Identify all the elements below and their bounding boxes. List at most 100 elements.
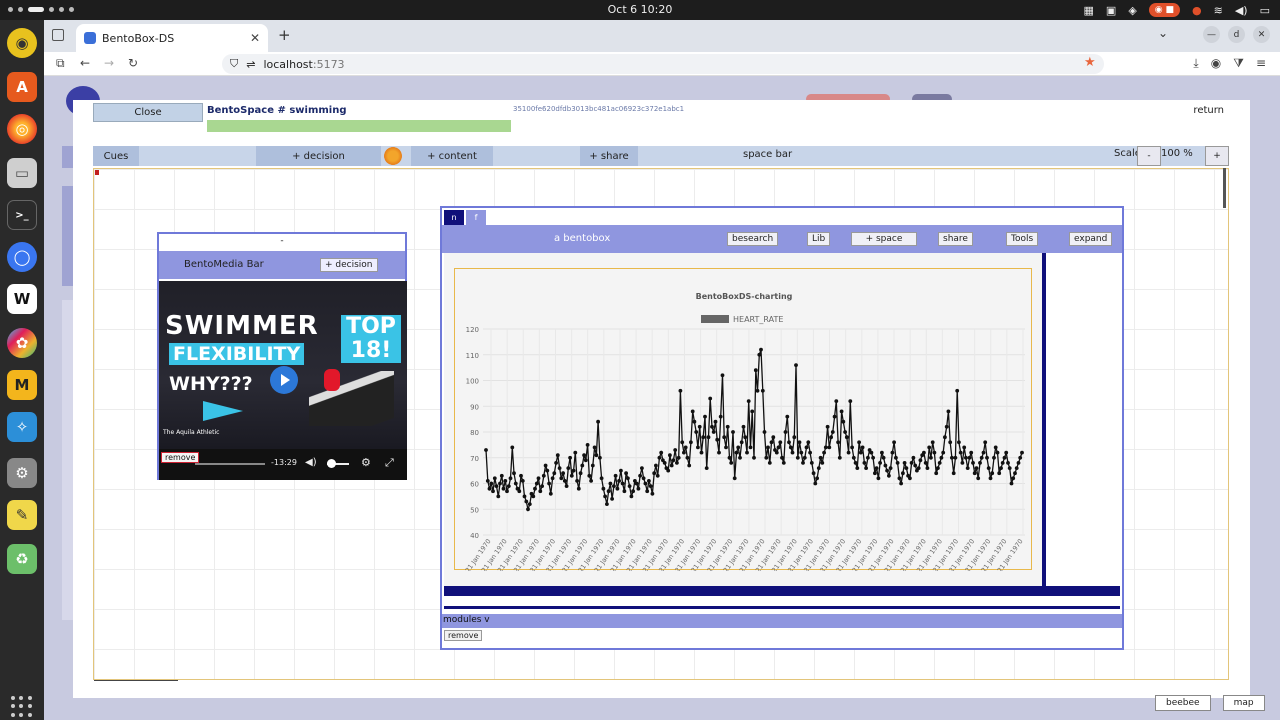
heart-rate-point — [908, 476, 912, 481]
slack-app-icon[interactable]: ✿ — [7, 328, 37, 358]
heart-rate-point — [979, 455, 984, 460]
system-tray[interactable]: ▦ ▣ ◈ ◉ ■ ● ≋ ◀) ▭ — [1084, 3, 1270, 17]
tools-button[interactable]: Tools — [1006, 232, 1039, 246]
heart-rate-point — [837, 455, 842, 460]
space-canvas[interactable]: - BentoMedia Bar + decision SWIMMER FLEX… — [93, 168, 1229, 681]
wifi-icon[interactable]: ≋ — [1214, 4, 1223, 17]
heart-rate-point — [704, 466, 709, 470]
lib-button[interactable]: Lib — [807, 232, 831, 246]
permissions-icon[interactable]: ⇌ — [246, 58, 255, 71]
heart-rate-point — [485, 479, 490, 483]
tab-overview-icon[interactable] — [52, 29, 64, 41]
heart-rate-point — [652, 471, 657, 476]
trash-app-icon[interactable]: ♻ — [7, 544, 37, 574]
heart-rate-point — [862, 461, 867, 465]
heart-rate-point — [526, 507, 530, 512]
scale-minus-button[interactable]: - — [1137, 146, 1161, 166]
modules-label[interactable]: modules v — [443, 615, 490, 625]
battery-icon[interactable]: ▭ — [1260, 4, 1270, 17]
close-window-icon[interactable]: ✕ — [1253, 26, 1270, 43]
heart-rate-point — [499, 473, 504, 478]
swimmer-figure — [309, 371, 394, 426]
add-space-button[interactable]: + space — [851, 232, 917, 246]
sidebar-icon[interactable]: ⧉ — [56, 56, 65, 71]
address-bar[interactable]: ⛉ ⇌ localhost:5173 — [222, 54, 1104, 74]
site-info-icon[interactable]: ⛉ — [230, 57, 238, 71]
bookmark-star-icon[interactable]: ★ — [1084, 55, 1096, 70]
heart-rate-point — [951, 471, 956, 476]
settings-app-icon[interactable]: ⚙ — [7, 458, 37, 488]
play-icon[interactable] — [270, 366, 298, 394]
beebee-button[interactable]: beebee — [1155, 695, 1211, 711]
indicator-icon[interactable]: ▣ — [1106, 4, 1116, 17]
vscodium-app-icon[interactable]: ✧ — [7, 412, 37, 442]
media-add-decision-button[interactable]: + decision — [320, 258, 378, 272]
show-apps-icon[interactable] — [11, 696, 33, 718]
forward-icon[interactable]: → — [104, 56, 114, 70]
mini-f-button[interactable]: f — [466, 210, 486, 225]
software-center-app-icon[interactable]: A — [7, 72, 37, 102]
canvas-scrollbar[interactable] — [1223, 168, 1226, 208]
clipboard-icon[interactable]: ▦ — [1084, 4, 1094, 17]
terminal-app-icon[interactable]: >_ — [7, 200, 37, 230]
download-icon[interactable]: ⤓ — [1193, 56, 1198, 71]
mailspring-app-icon[interactable]: M — [7, 370, 37, 400]
bento-media-panel[interactable]: - BentoMedia Bar + decision SWIMMER FLEX… — [157, 232, 407, 480]
volume-slider-knob[interactable] — [327, 459, 336, 468]
heart-rate-point — [964, 455, 968, 460]
modules-bar[interactable]: modules v — [442, 614, 1122, 628]
heart-rate-chart[interactable]: BentoBoxDS-charting HEART_RATE 40 50 60 70 80 9… — [455, 269, 1033, 571]
sun-icon[interactable] — [384, 147, 402, 165]
heart-rate-point — [583, 458, 588, 463]
rhythmbox-app-icon[interactable]: ◉ — [7, 28, 37, 58]
heart-rate-point — [750, 409, 755, 414]
media-remove-button[interactable]: remove — [161, 452, 200, 463]
media-drag-handle[interactable]: - — [159, 236, 405, 246]
return-link[interactable]: return — [1193, 105, 1224, 116]
bentobox-navy-band — [444, 586, 1120, 596]
extensions-icon[interactable]: ⧩ — [1233, 56, 1244, 71]
close-button[interactable]: Close — [93, 103, 203, 122]
scale-plus-button[interactable]: + — [1205, 146, 1229, 166]
heart-rate-point — [955, 388, 960, 393]
bentobox-panel[interactable]: n f nn nf a bentobox besearch Lib + spac… — [440, 206, 1124, 650]
signal-app-icon[interactable]: ◯ — [7, 242, 37, 272]
minimize-icon[interactable]: — — [1203, 26, 1220, 43]
volume-icon[interactable]: ◀) — [305, 457, 317, 468]
heart-rate-point — [517, 489, 522, 494]
volume-icon[interactable]: ◀) — [1235, 4, 1248, 17]
reload-icon[interactable]: ↻ — [128, 56, 138, 70]
share-button[interactable]: share — [938, 232, 973, 246]
cues-button[interactable]: Cues — [93, 146, 139, 166]
microphone-icon[interactable]: ● — [1192, 4, 1202, 17]
menu-icon[interactable]: ≡ — [1256, 56, 1266, 71]
add-content-button[interactable]: + content — [411, 146, 493, 166]
gear-icon[interactable]: ⚙ — [361, 456, 371, 469]
heart-rate-point — [533, 486, 537, 491]
bentobox-remove-button[interactable]: remove — [444, 630, 483, 641]
account-icon[interactable]: ◉ — [1211, 56, 1221, 71]
mini-n-button[interactable]: n — [444, 210, 464, 225]
network-icon[interactable]: ◈ — [1128, 4, 1136, 17]
tab-list-chevron-down-icon[interactable]: ⌄ — [1158, 26, 1168, 40]
profile-icon[interactable]: d — [1228, 26, 1245, 43]
tab-close-icon[interactable]: ✕ — [250, 31, 260, 45]
new-tab-icon[interactable]: + — [278, 26, 291, 44]
besearch-button[interactable]: besearch — [727, 232, 779, 246]
webstorm-app-icon[interactable]: W — [7, 284, 37, 314]
text-editor-app-icon[interactable]: ✎ — [7, 500, 37, 530]
add-decision-button[interactable]: + decision — [256, 146, 381, 166]
add-share-button[interactable]: + share — [580, 146, 638, 166]
heart-rate-point — [710, 424, 714, 429]
back-icon[interactable]: ← — [80, 56, 90, 70]
fullscreen-icon[interactable]: ⤢ — [385, 456, 394, 470]
map-button[interactable]: map — [1222, 695, 1265, 711]
firefox-app-icon[interactable]: ◎ — [7, 114, 37, 144]
heart-rate-point — [669, 463, 674, 468]
video-progress-bar[interactable] — [195, 463, 265, 465]
video-player[interactable]: SWIMMER FLEXIBILITY WHY??? TOP 18! The A… — [159, 281, 407, 480]
files-app-icon[interactable]: ▭ — [7, 158, 37, 188]
tab-bentobox-ds[interactable]: BentoBox-DS ✕ — [76, 24, 268, 52]
screen-record-icon[interactable]: ◉ ■ — [1148, 3, 1180, 17]
expand-button[interactable]: expand — [1069, 232, 1113, 246]
